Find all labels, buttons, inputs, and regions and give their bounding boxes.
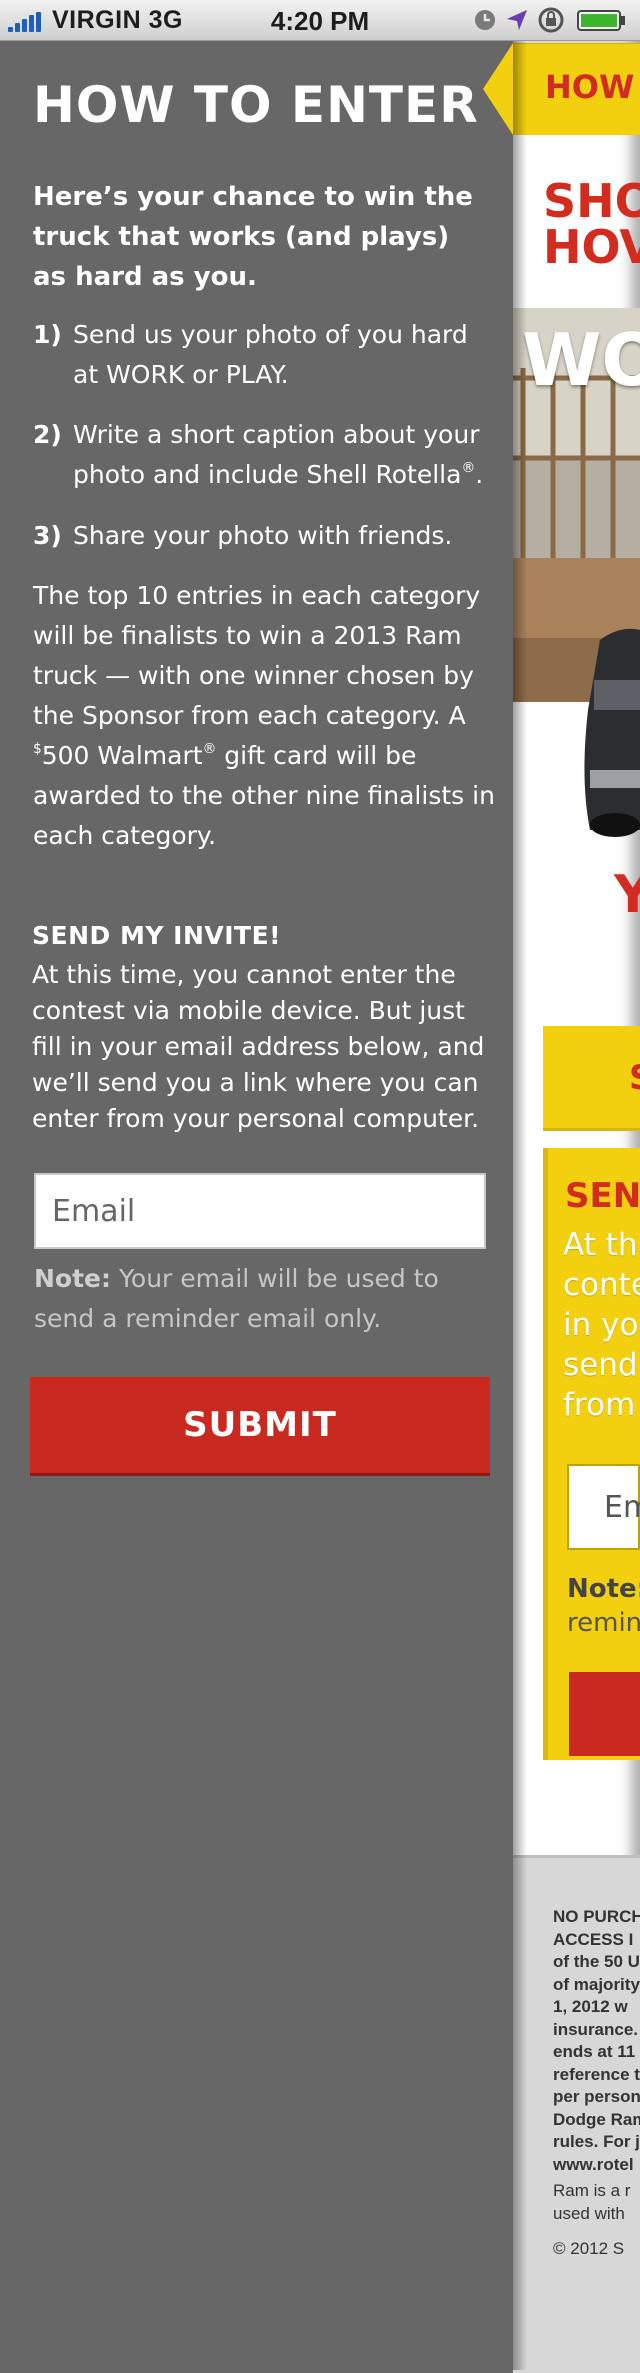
page-title: HOW TO ENTER — [33, 76, 479, 134]
background-submit-button[interactable] — [569, 1672, 640, 1756]
legal-tail: Ram is a r used with — [553, 2181, 631, 2223]
rotation-lock-icon — [538, 7, 564, 33]
background-heading: SHO HOV — [543, 174, 640, 274]
how-to-enter-drawer: HOW TO ENTER Here’s your chance to win t… — [0, 41, 513, 2370]
background-email-placeholder: Em — [604, 1490, 640, 1525]
send-invite-heading: SEND MY INVITE! — [32, 921, 282, 950]
prize-summary: The top 10 entries in each category will… — [33, 581, 495, 850]
step-2: 2) Write a short caption about your phot… — [33, 415, 498, 495]
step-text: Write a short caption about your photo a… — [73, 420, 484, 489]
step-1: 1) Send us your photo of you hard at WOR… — [33, 315, 498, 395]
background-send-label: SEN — [565, 1176, 640, 1216]
background-send-text: At this conte in you send y from y — [563, 1227, 640, 1423]
submit-button[interactable]: SUBMIT — [30, 1377, 490, 1473]
location-icon — [507, 10, 527, 30]
background-headline-letter: Y — [614, 865, 640, 925]
legal-text: NO PURCH ACCESS I of the 50 U of majorit… — [553, 1907, 640, 2174]
yellow-banner[interactable] — [543, 1026, 640, 1131]
step-text: Send us your photo of you hard at WORK o… — [73, 320, 468, 389]
truck-image — [584, 628, 640, 837]
yellow-banner-letter: S — [629, 1058, 640, 1098]
step-number: 1) — [33, 320, 62, 349]
email-note: Note: Your email will be used to send a … — [34, 1264, 439, 1333]
hero-photo-word: WO — [522, 318, 640, 402]
step-3: 3) Share your photo with friends. — [33, 516, 498, 556]
copyright: © 2012 S — [553, 2239, 625, 2258]
intro-text: Here’s your chance to win the truck that… — [33, 182, 473, 292]
email-input[interactable] — [34, 1173, 486, 1249]
step-text: Share your photo with friends. — [73, 521, 453, 550]
status-bar: VIRGIN 3G 4:20 PM — [0, 0, 640, 41]
step-number: 2) — [33, 420, 62, 449]
how-tab-label[interactable]: HOW — [545, 68, 634, 106]
clock-icon — [475, 10, 495, 30]
background-note: Note: remin — [567, 1574, 640, 1638]
status-icons — [472, 6, 632, 34]
battery-icon — [577, 10, 625, 31]
step-number: 3) — [33, 521, 62, 550]
send-invite-text: At this time, you cannot enter the conte… — [32, 960, 485, 1133]
